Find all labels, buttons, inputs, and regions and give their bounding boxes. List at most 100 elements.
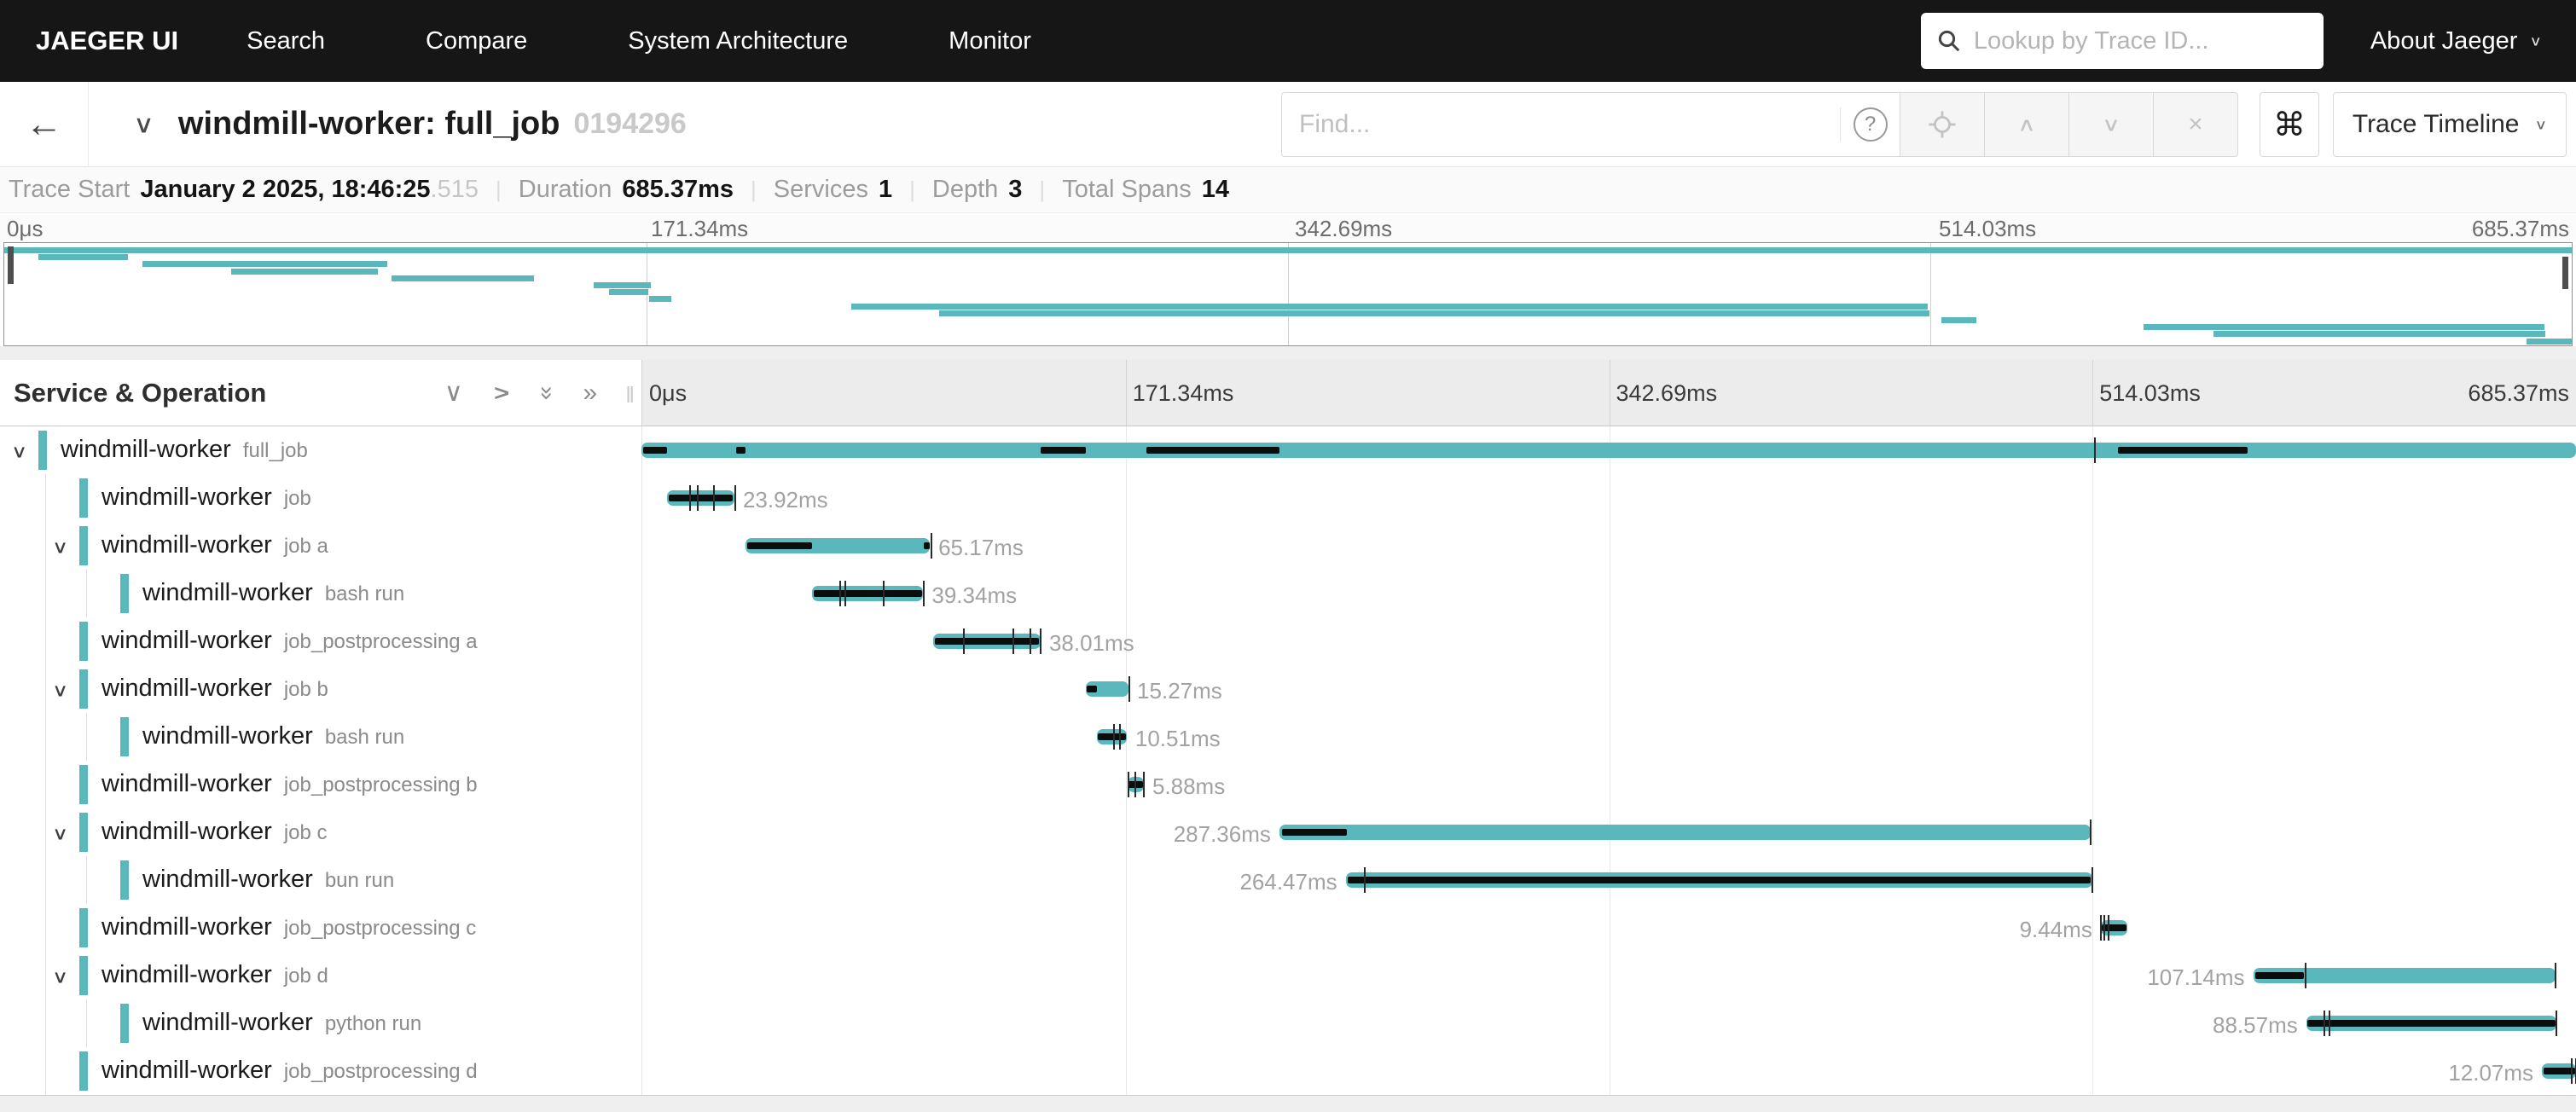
minimap-scrubber-handle-left[interactable] (8, 246, 14, 284)
span-log-tick (2329, 1011, 2330, 1036)
span-track[interactable]: 88.57ms (641, 999, 2576, 1047)
span-name-cell[interactable]: windmill-workerpython run (0, 999, 641, 1047)
column-resize-handle[interactable]: ‖ (625, 382, 636, 408)
span-row[interactable]: windmill-workerpython run 88.57ms (0, 999, 2576, 1047)
collapse-one-icon[interactable]: ∨ (444, 380, 463, 406)
span-log-tick (2555, 963, 2556, 988)
service-name[interactable]: windmill-workerjob_postprocessing c (102, 913, 476, 941)
collapse-children-chevron-icon[interactable]: ∨ (11, 441, 27, 462)
find-box[interactable]: ? (1281, 92, 1900, 157)
view-selector-button[interactable]: Trace Timeline ∨ (2333, 92, 2567, 157)
nav-item-search[interactable]: Search (247, 27, 325, 55)
span-track[interactable]: 23.92ms (641, 474, 2576, 522)
minimap-span-bar (231, 269, 379, 275)
service-name[interactable]: windmill-workerjob_postprocessing d (102, 1057, 478, 1085)
span-name-cell[interactable]: ∨ windmill-workerjob d (0, 952, 641, 999)
collapse-children-chevron-icon[interactable]: ∨ (52, 536, 68, 558)
span-name-cell[interactable]: windmill-workerbash run (0, 713, 641, 761)
trace-lookup-input[interactable] (1974, 27, 2308, 55)
collapse-children-chevron-icon[interactable]: ∨ (52, 966, 68, 987)
expand-all-icon[interactable]: » (583, 380, 597, 406)
next-result-button[interactable]: ∨ (2069, 92, 2154, 157)
span-track[interactable]: 10.51ms (641, 713, 2576, 761)
span-row[interactable]: windmill-workerbun run 264.47ms (0, 856, 2576, 904)
find-input[interactable] (1282, 110, 1840, 139)
span-row[interactable]: windmill-workerjob_postprocessing a 38.01… (0, 617, 2576, 665)
total-spans-value: 14 (1202, 176, 1229, 204)
span-name-cell[interactable]: windmill-workerbash run (0, 570, 641, 617)
span-row[interactable]: windmill-workerjob_postprocessing d 12.07… (0, 1047, 2576, 1095)
span-name-cell[interactable]: windmill-workerjob_postprocessing c (0, 904, 641, 952)
service-name[interactable]: windmill-workerjob_postprocessing b (102, 770, 478, 798)
span-name-cell[interactable]: ∨ windmill-workerjob b (0, 665, 641, 713)
span-row[interactable]: ∨ windmill-workerjob c 287.36ms (0, 808, 2576, 856)
span-name-cell[interactable]: windmill-workerjob_postprocessing b (0, 761, 641, 808)
span-bar[interactable] (641, 443, 2576, 458)
span-name-cell[interactable]: ∨ windmill-workerjob c (0, 808, 641, 856)
span-track[interactable]: 38.01ms (641, 617, 2576, 665)
span-color-strip (79, 669, 88, 709)
service-name[interactable]: windmill-workerbash run (142, 579, 404, 607)
nav-item-monitor[interactable]: Monitor (949, 27, 1031, 55)
service-name[interactable]: windmill-workerjob_postprocessing a (102, 627, 478, 655)
back-button[interactable]: ← (0, 82, 89, 166)
span-track[interactable]: 65.17ms (641, 522, 2576, 570)
span-name-cell[interactable]: windmill-workerjob_postprocessing d (0, 1047, 641, 1095)
span-track[interactable]: 12.07ms (641, 1047, 2576, 1095)
span-row[interactable]: windmill-workerjob 23.92ms (0, 474, 2576, 522)
nav-item-compare[interactable]: Compare (426, 27, 527, 55)
nav-item-system-architecture[interactable]: System Architecture (628, 27, 848, 55)
span-track[interactable] (641, 426, 2576, 474)
span-track[interactable]: 264.47ms (641, 856, 2576, 904)
clear-find-button[interactable]: × (2154, 92, 2238, 157)
span-row[interactable]: ∨ windmill-workerjob d 107.14ms (0, 952, 2576, 999)
operation-name: bun run (325, 869, 394, 892)
span-track[interactable]: 39.34ms (641, 570, 2576, 617)
back-arrow-icon: ← (26, 103, 63, 146)
service-name[interactable]: windmill-workerfull_job (61, 436, 308, 464)
collapse-children-chevron-icon[interactable]: ∨ (52, 680, 68, 701)
span-row[interactable]: ∨ windmill-workerjob a 65.17ms (0, 522, 2576, 570)
span-name-cell[interactable]: windmill-workerjob (0, 474, 641, 522)
expand-one-icon[interactable]: ∨ (490, 384, 513, 403)
span-track[interactable]: 15.27ms (641, 665, 2576, 713)
service-name[interactable]: windmill-workerjob a (102, 531, 328, 559)
span-name-cell[interactable]: ∨ windmill-workerjob a (0, 522, 641, 570)
service-name[interactable]: windmill-workerjob c (102, 818, 328, 846)
span-track[interactable]: 287.36ms (641, 808, 2576, 856)
jaeger-logo[interactable]: JAEGER UI (36, 26, 178, 56)
span-track[interactable]: 9.44ms (641, 904, 2576, 952)
span-row[interactable]: windmill-workerbash run 10.51ms (0, 713, 2576, 761)
minimap-canvas[interactable] (3, 242, 2573, 346)
find-help[interactable]: ? (1840, 107, 1900, 142)
collapse-trace-detail-chevron-icon[interactable]: ∨ (133, 110, 154, 139)
service-name[interactable]: windmill-workerbun run (142, 866, 394, 894)
span-duration-label: 9.44ms (2020, 917, 2092, 943)
minimap-scrubber-handle-right[interactable] (2562, 257, 2568, 289)
span-name-cell[interactable]: windmill-workerbun run (0, 856, 641, 904)
span-row[interactable]: windmill-workerbash run 39.34ms (0, 570, 2576, 617)
service-name[interactable]: windmill-workerpython run (142, 1009, 421, 1037)
prev-result-button[interactable]: ∧ (1985, 92, 2069, 157)
span-row[interactable]: windmill-workerjob_postprocessing b 5.88m… (0, 761, 2576, 808)
service-name[interactable]: windmill-workerjob b (102, 675, 328, 703)
span-color-strip (79, 813, 88, 852)
span-log-tick (2571, 1058, 2573, 1084)
focus-span-button[interactable] (1900, 92, 1985, 157)
collapse-children-chevron-icon[interactable]: ∨ (52, 823, 68, 844)
span-row[interactable]: windmill-workerjob_postprocessing c 9.44m… (0, 904, 2576, 952)
span-name-cell[interactable]: ∨ windmill-workerfull_job (0, 426, 641, 474)
span-bar[interactable] (1279, 825, 2091, 840)
service-name[interactable]: windmill-workerjob d (102, 961, 328, 989)
collapse-all-icon[interactable]: » (535, 385, 558, 400)
span-track[interactable]: 5.88ms (641, 761, 2576, 808)
span-track[interactable]: 107.14ms (641, 952, 2576, 999)
span-row[interactable]: ∨ windmill-workerjob b 15.27ms (0, 665, 2576, 713)
service-name[interactable]: windmill-workerjob (102, 484, 311, 512)
span-row[interactable]: ∨ windmill-workerfull_job (0, 426, 2576, 474)
service-name[interactable]: windmill-workerbash run (142, 722, 404, 750)
keyboard-shortcuts-button[interactable]: ⌘ (2260, 92, 2319, 157)
span-name-cell[interactable]: windmill-workerjob_postprocessing a (0, 617, 641, 665)
about-jaeger-menu[interactable]: About Jaeger ∨ (2370, 27, 2542, 55)
trace-lookup-box[interactable] (1921, 13, 2324, 69)
